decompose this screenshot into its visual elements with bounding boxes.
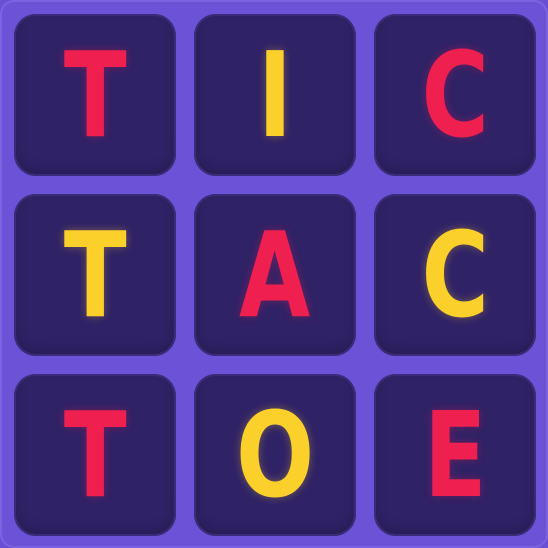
tile-6[interactable]: C xyxy=(374,194,536,356)
tile-letter: A xyxy=(239,206,311,344)
tile-letter: C xyxy=(421,206,489,344)
tile-letter: C xyxy=(421,26,489,164)
tile-9[interactable]: E xyxy=(374,374,536,536)
tile-letter: T xyxy=(63,386,127,524)
tile-4[interactable]: T xyxy=(14,194,176,356)
tile-letter: O xyxy=(235,386,315,524)
tile-letter: I xyxy=(257,26,293,164)
tile-5[interactable]: A xyxy=(194,194,356,356)
game-board: T I C T A C T O E xyxy=(0,0,548,548)
tile-3[interactable]: C xyxy=(374,14,536,176)
tile-2[interactable]: I xyxy=(194,14,356,176)
tile-1[interactable]: T xyxy=(14,14,176,176)
tile-8[interactable]: O xyxy=(194,374,356,536)
tile-7[interactable]: T xyxy=(14,374,176,536)
tile-letter: T xyxy=(63,26,127,164)
tile-letter: T xyxy=(63,206,127,344)
tile-letter: E xyxy=(423,386,487,524)
